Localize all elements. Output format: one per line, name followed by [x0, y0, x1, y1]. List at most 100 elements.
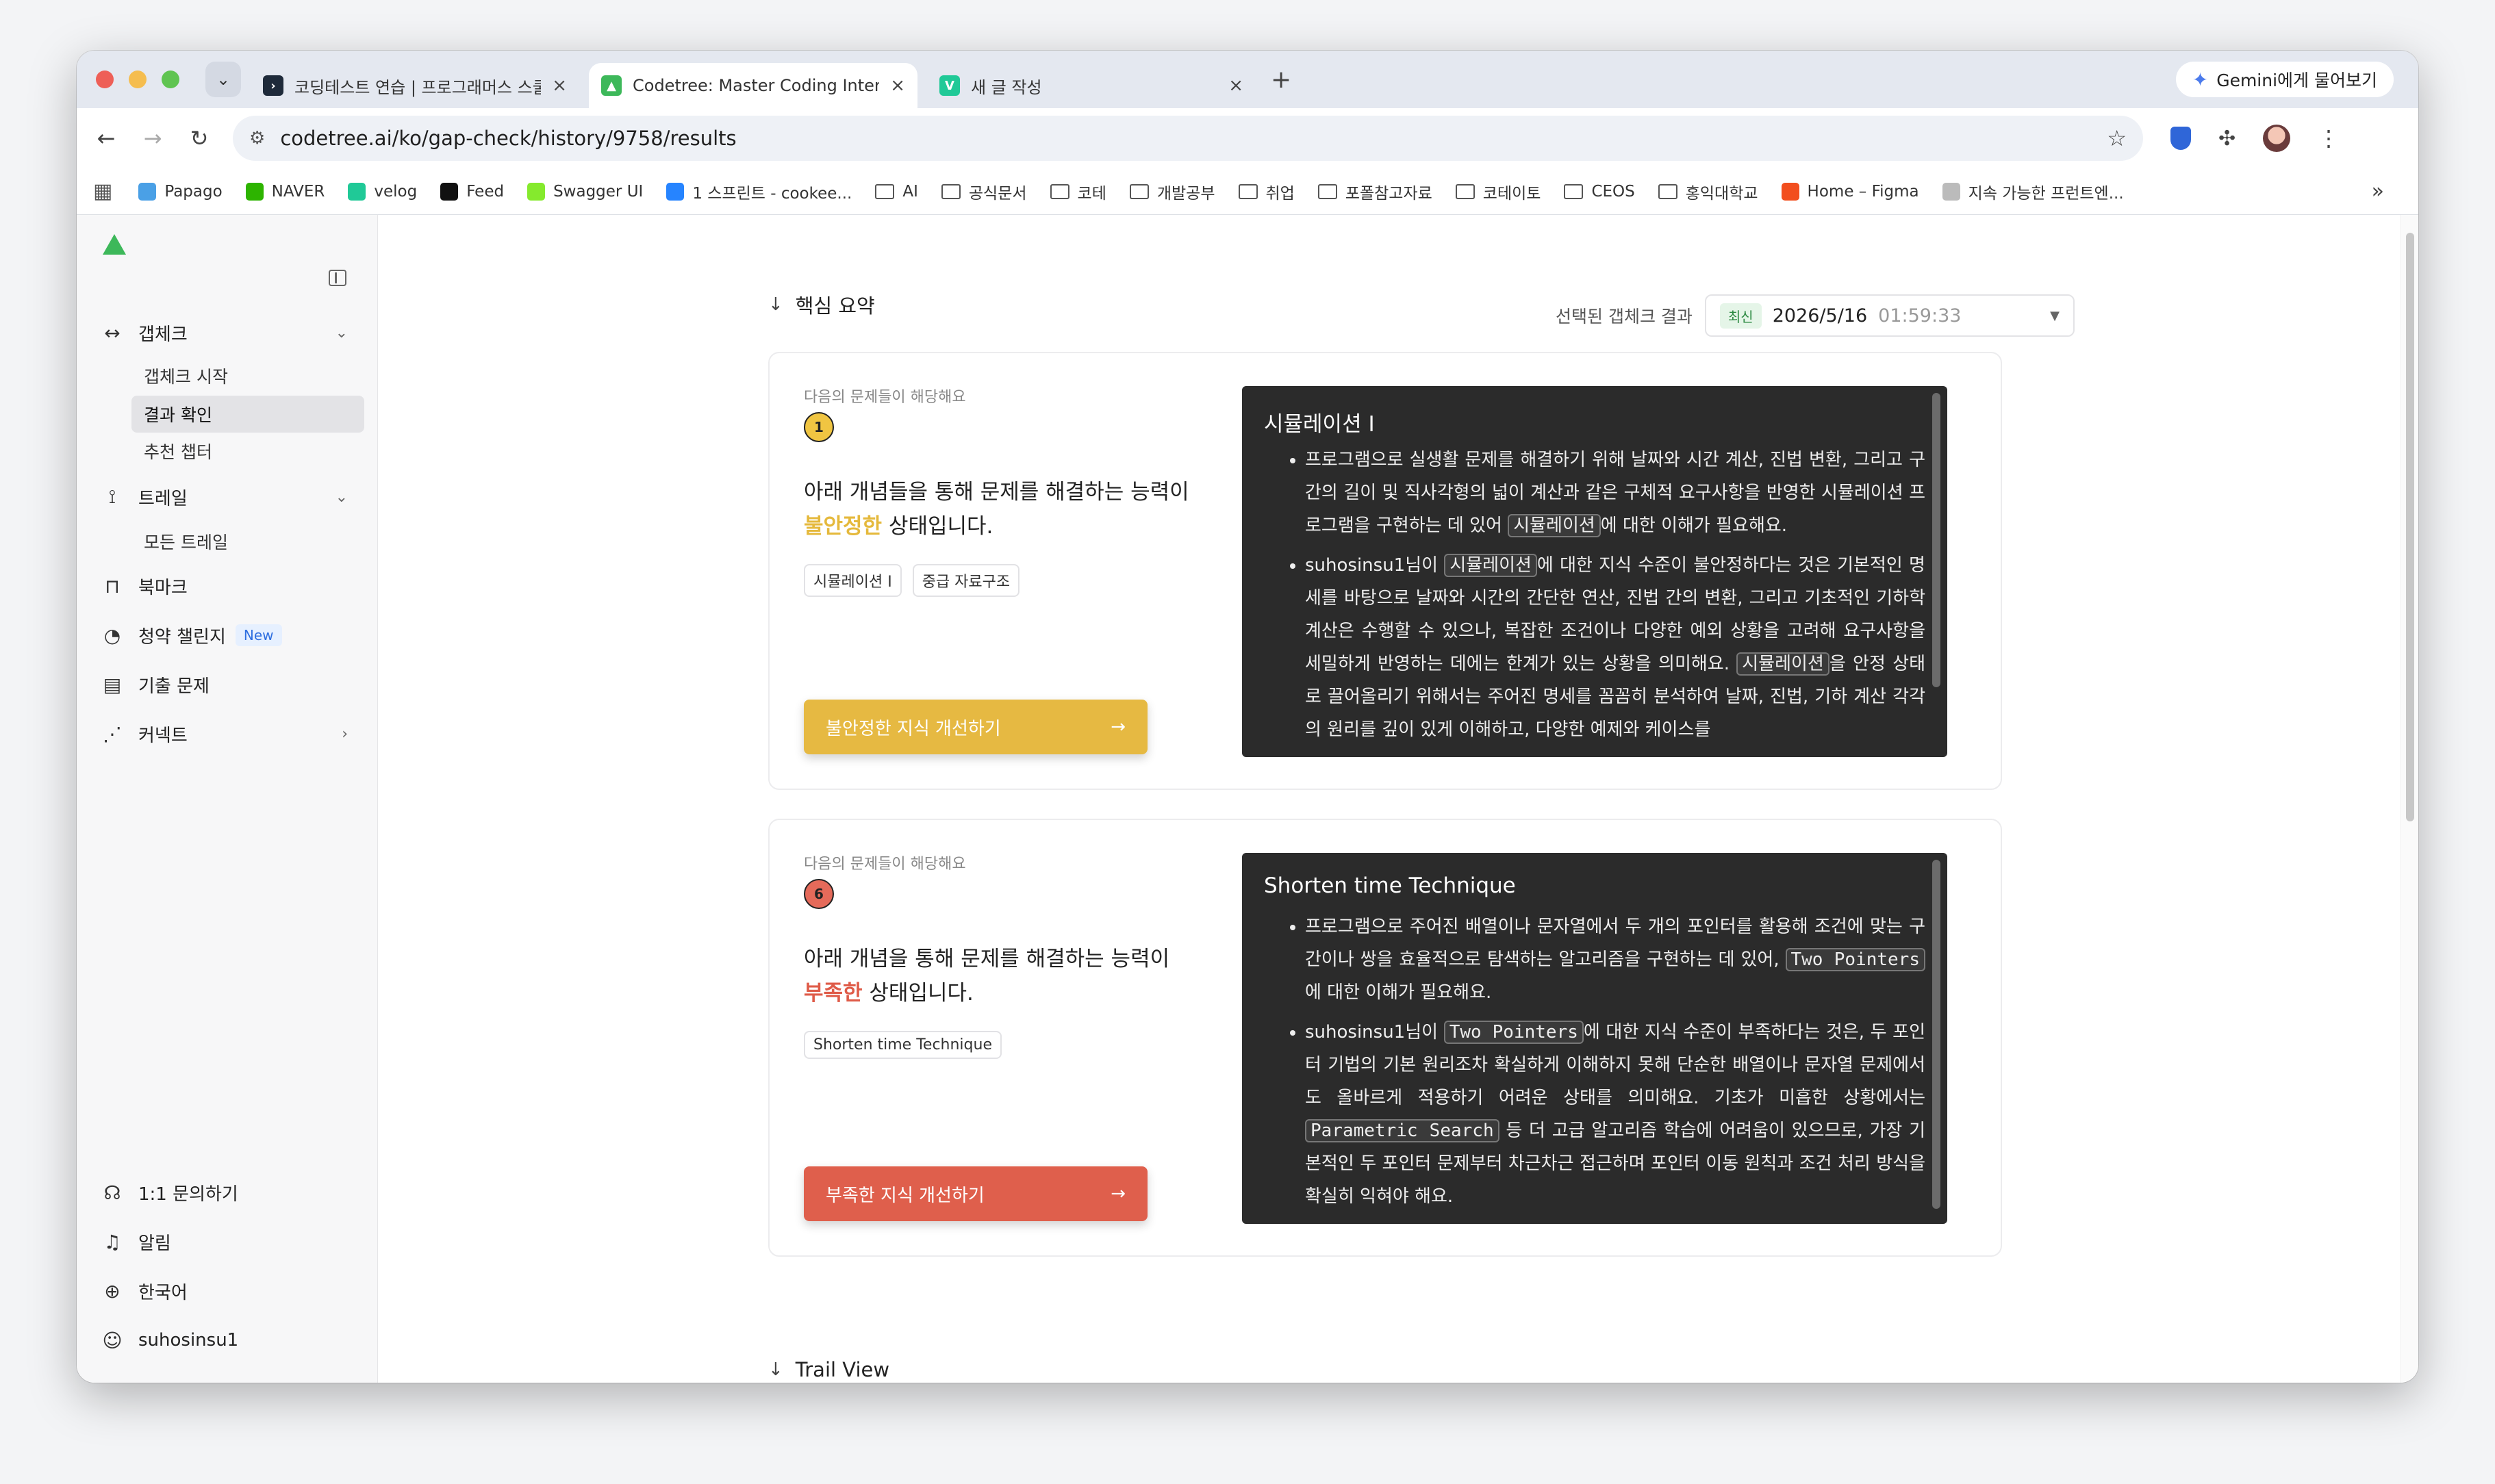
panel-body: 프로그램으로 주어진 배열이나 문자열에서 두 개의 포인터를 활용해 조건에 … — [1264, 910, 1925, 1220]
maximize-window-button[interactable] — [162, 71, 179, 88]
site-settings-icon[interactable]: ⚙ — [249, 128, 265, 149]
arrow-right-icon: → — [1111, 1184, 1126, 1204]
bitwarden-extension-icon[interactable] — [2170, 127, 2191, 150]
profile-avatar[interactable] — [2263, 125, 2291, 152]
folder-icon — [875, 183, 895, 199]
bookmark-label: CEOS — [1591, 182, 1635, 201]
back-button[interactable]: ← — [89, 121, 123, 155]
minimize-window-button[interactable] — [129, 71, 147, 88]
problem-count-badge[interactable]: 6 — [804, 879, 834, 909]
bookmark-item[interactable]: Swagger UI — [527, 182, 644, 201]
sidebar-item-connect[interactable]: ⋰ 커넥트 › — [96, 716, 359, 752]
bookmark-item[interactable]: 1 스프린트 - cookee... — [666, 180, 852, 203]
gemini-button[interactable]: ✦ Gemini에게 물어보기 — [2175, 62, 2394, 97]
improve-insufficient-button[interactable]: 부족한 지식 개선하기 → — [804, 1166, 1148, 1221]
forward-button[interactable]: → — [136, 121, 170, 155]
chevron-down-icon: ⌄ — [216, 70, 231, 89]
improve-unstable-button[interactable]: 불안정한 지식 개선하기 → — [804, 700, 1148, 754]
sidebar-item-gapcheck[interactable]: ↔ 갭체크 ⌄ — [96, 315, 359, 350]
page-scrollbar-track[interactable] — [2401, 215, 2418, 1383]
bookmark-item[interactable]: Feed — [440, 182, 504, 201]
close-window-button[interactable] — [96, 71, 114, 88]
bookmark-item[interactable]: 취업 — [1238, 180, 1295, 203]
new-tab-button[interactable]: + — [1271, 66, 1291, 94]
sidebar-item-language[interactable]: ⊕ 한국어 — [96, 1273, 359, 1309]
page-scrollbar-thumb[interactable] — [2406, 233, 2414, 821]
close-tab-icon[interactable]: × — [1228, 75, 1243, 96]
bookmark-label: Swagger UI — [553, 182, 644, 201]
sidebar-item-gapcheck-start[interactable]: 갭체크 시작 — [131, 357, 364, 394]
sidebar-item-label: 갭체크 — [138, 324, 188, 345]
sidebar-item-all-trails[interactable]: 모든 트레일 — [131, 523, 364, 560]
concept-code-tag: 시뮬레이션 — [1444, 554, 1537, 577]
sidebar-item-label: suhosinsu1 — [138, 1330, 239, 1351]
bookmarks-bar: ▦ Papago NAVER velog Feed Swagger UI 1 스프린트 -… — [77, 168, 2418, 215]
latest-badge: 최신 — [1719, 303, 1762, 329]
sidebar-item-label: 1:1 문의하기 — [138, 1184, 238, 1205]
codetree-icon: ▲ — [601, 75, 622, 96]
bookmark-item[interactable]: Papago — [138, 182, 223, 201]
bookmark-item[interactable]: Home – Figma — [1781, 182, 1919, 201]
chevron-down-icon: ⌄ — [335, 488, 348, 506]
gap-card-unstable: 다음의 문제들이 해당해요 1 아래 개념들을 통해 문제를 해결하는 능력이 … — [768, 352, 2002, 790]
sidebar-collapse-icon[interactable] — [329, 270, 346, 286]
sidebar-item-trail[interactable]: ⟟ 트레일 ⌄ — [96, 479, 359, 515]
concept-chip[interactable]: 중급 자료구조 — [912, 564, 1020, 597]
close-tab-icon[interactable]: × — [552, 75, 567, 96]
bookmark-item[interactable]: 코테 — [1050, 180, 1106, 203]
extensions-icon[interactable]: ✣ — [2218, 127, 2236, 151]
url-text[interactable]: codetree.ai/ko/gap-check/history/9758/re… — [280, 127, 2107, 150]
headset-icon: ☊ — [103, 1181, 121, 1204]
panel-scrollbar[interactable] — [1932, 393, 1940, 687]
figma-icon — [1781, 182, 1799, 201]
close-tab-icon[interactable]: × — [890, 75, 905, 96]
bookmark-item[interactable]: 개발공부 — [1129, 180, 1215, 203]
concept-code-tag: Parametric Search — [1305, 1119, 1499, 1142]
bookmark-item[interactable]: CEOS — [1564, 182, 1635, 201]
concept-chips: 시뮬레이션 I 중급 자료구조 — [804, 564, 1020, 597]
tab-velog[interactable]: V 새 글 작성 × — [927, 63, 1256, 108]
tab-search-button[interactable]: ⌄ — [205, 62, 241, 97]
gapcheck-icon: ↔ — [104, 321, 121, 344]
browser-menu-icon[interactable]: ⋮ — [2318, 125, 2340, 151]
codetree-logo-icon[interactable] — [103, 234, 126, 255]
sidebar-item-challenge[interactable]: ◔ 청약 챌린지 New — [96, 617, 359, 653]
folder-icon — [1317, 183, 1337, 199]
concept-chip[interactable]: Shorten time Technique — [804, 1031, 1002, 1059]
bookmark-item[interactable]: 코테이토 — [1455, 180, 1541, 203]
summary-section-header[interactable]: ↓ 핵심 요약 — [768, 290, 875, 319]
sidebar-item-user[interactable]: ☺ suhosinsu1 — [96, 1322, 359, 1358]
problem-count-badge[interactable]: 1 — [804, 412, 834, 442]
gemini-label: Gemini에게 물어보기 — [2216, 71, 2377, 90]
bookmark-item[interactable]: 지속 가능한 프런트엔... — [1942, 180, 2124, 203]
bookmark-star-icon[interactable]: ☆ — [2107, 125, 2127, 151]
globe-icon: ⊕ — [104, 1279, 121, 1303]
reload-button[interactable]: ↻ — [182, 121, 216, 155]
apps-grid-icon[interactable]: ▦ — [93, 179, 112, 203]
sidebar-item-recommended-chapter[interactable]: 추천 챕터 — [131, 433, 364, 470]
sidebar-item-result-check[interactable]: 결과 확인 — [131, 396, 364, 433]
bookmark-item[interactable]: 포폴참고자료 — [1317, 180, 1432, 203]
bookmark-label: NAVER — [271, 182, 325, 201]
cta-label: 부족한 지식 개선하기 — [826, 1185, 985, 1206]
bookmark-item[interactable]: velog — [348, 182, 417, 201]
concept-chip[interactable]: 시뮬레이션 I — [804, 564, 902, 597]
result-select-dropdown[interactable]: 최신 2026/5/16 01:59:33 ▼ — [1704, 294, 2075, 337]
sidebar-item-bookmark[interactable]: ⊓ 북마크 — [96, 568, 359, 604]
bookmark-item[interactable]: AI — [875, 183, 918, 201]
tab-programmers[interactable]: › 코딩테스트 연습 | 프로그래머스 스쿨 × — [251, 63, 579, 108]
trail-section-header[interactable]: ↓ Trail View — [768, 1358, 889, 1381]
tab-codetree[interactable]: ▲ Codetree: Master Coding Interview × — [589, 63, 917, 108]
sidebar-item-inquiry[interactable]: ☊ 1:1 문의하기 — [96, 1175, 359, 1210]
more-bookmarks-icon[interactable]: » — [2372, 179, 2384, 203]
bookmark-item[interactable]: 공식문서 — [941, 180, 1027, 203]
sidebar-item-notifications[interactable]: ♫ 알림 — [96, 1224, 359, 1259]
folder-icon — [1050, 183, 1069, 199]
panel-scrollbar[interactable] — [1932, 860, 1940, 1209]
sidebar-item-label: 결과 확인 — [144, 405, 212, 425]
bookmark-item[interactable]: NAVER — [245, 182, 325, 201]
explanation-point: suhosinsu1님이 시뮬레이션에 대한 지식 수준이 불안정하다는 것은 … — [1305, 549, 1925, 746]
address-bar[interactable]: ⚙ codetree.ai/ko/gap-check/history/9758/… — [233, 116, 2143, 161]
sidebar-item-past-problems[interactable]: ▤ 기출 문제 — [96, 667, 359, 702]
bookmark-item[interactable]: 홍익대학교 — [1658, 180, 1758, 203]
